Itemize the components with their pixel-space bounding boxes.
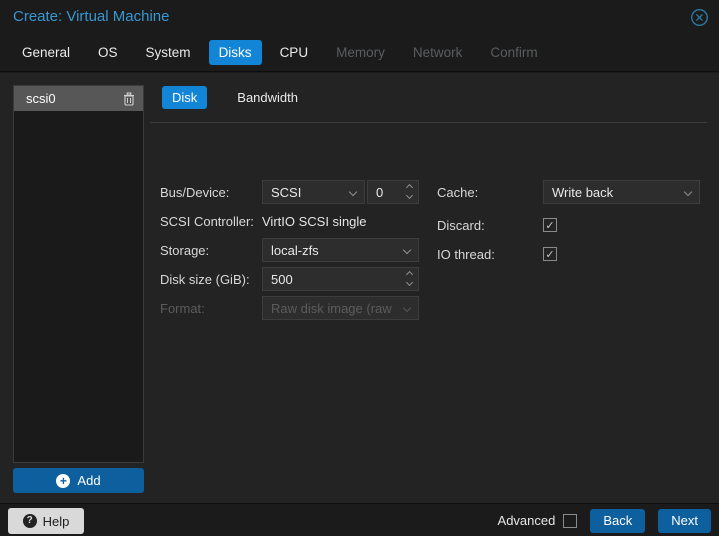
bus-select-value: SCSI [271,184,302,200]
back-button[interactable]: Back [590,508,646,533]
cache-label: Cache: [437,184,479,200]
storage-row: Storage: local-zfs [160,238,419,262]
advanced-checkbox[interactable] [563,513,578,528]
disk-list: scsi0 [13,85,144,463]
storage-select-value: local-zfs [271,242,319,258]
help-button[interactable]: ? Help [8,508,84,534]
next-button[interactable]: Next [658,508,711,533]
footer-actions: Advanced Back Next [498,504,711,536]
disk-list-item-scsi0[interactable]: scsi0 [14,86,143,111]
help-button-label: Help [42,513,70,529]
disk-size-input[interactable]: 500 [262,267,419,291]
cache-select-value: Write back [552,184,614,200]
io-thread-row: IO thread: ✓ [437,242,557,266]
spinner-arrows-icon[interactable] [405,270,414,287]
chevron-down-icon [683,187,693,197]
dialog-title: Create: Virtual Machine [13,8,170,25]
dialog-footer: ? Help Advanced Back Next [0,503,719,536]
scsi-controller-row: SCSI Controller: VirtIO SCSI single [160,209,367,233]
disk-size-row: Disk size (GiB): 500 [160,267,419,291]
scsi-controller-label: SCSI Controller: [160,213,254,229]
format-select-value: Raw disk image (raw [271,300,392,316]
disk-item-label: scsi0 [26,91,56,106]
format-label: Format: [160,300,205,316]
create-vm-dialog: Create: Virtual Machine General OS Syste… [0,0,719,536]
trash-icon[interactable] [123,91,135,106]
discard-checkbox[interactable]: ✓ [543,218,557,232]
format-select: Raw disk image (raw [262,296,419,320]
tab-system[interactable]: System [136,40,201,65]
device-number-input[interactable]: 0 [367,180,419,204]
discard-label: Discard: [437,217,485,233]
chevron-down-icon [402,245,412,255]
storage-select[interactable]: local-zfs [262,238,419,262]
disk-size-label: Disk size (GiB): [160,271,250,287]
tab-disk[interactable]: Disk [162,86,208,109]
add-disk-button[interactable]: + Add [13,468,144,493]
dialog-header: Create: Virtual Machine [0,0,719,34]
scsi-controller-value: VirtIO SCSI single [262,213,367,229]
advanced-label: Advanced [497,513,556,528]
chevron-down-icon [348,187,358,197]
tab-memory: Memory [336,45,385,60]
tab-confirm: Confirm [490,45,538,60]
spinner-arrows-icon[interactable] [405,183,414,200]
bus-device-label: Bus/Device: [160,184,230,200]
disk-inner-tab-bar: Disk Bandwidth [150,86,707,123]
back-button-label: Back [603,513,633,528]
cache-select[interactable]: Write back [543,180,700,204]
cache-row: Cache: Write back [437,180,700,204]
format-row: Format: Raw disk image (raw [160,296,419,320]
tab-network: Network [412,45,463,60]
disk-size-value: 500 [271,271,293,287]
tab-general[interactable]: General [12,40,80,65]
disk-form: Bus/Device: SCSI 0 SCSI Controller: Virt… [150,123,719,503]
disks-panel: scsi0 + Add Disk Bandwidth Bus/Device: S… [0,73,719,503]
wizard-tab-bar: General OS System Disks CPU Memory Netwo… [0,34,719,72]
storage-label: Storage: [160,242,210,258]
io-thread-label: IO thread: [437,246,495,262]
tab-disks[interactable]: Disks [208,40,262,65]
tab-bandwidth[interactable]: Bandwidth [227,86,308,109]
io-thread-checkbox[interactable]: ✓ [543,247,557,261]
close-icon[interactable] [690,8,709,27]
device-number-value: 0 [376,184,384,200]
tab-cpu[interactable]: CPU [270,40,319,65]
plus-circle-icon: + [56,473,71,488]
chevron-down-icon [402,303,412,313]
bus-device-row: Bus/Device: SCSI 0 [160,180,419,204]
tab-os[interactable]: OS [88,40,128,65]
bus-select[interactable]: SCSI [262,180,365,204]
add-button-label: Add [77,473,101,488]
next-button-label: Next [671,513,698,528]
question-circle-icon: ? [22,514,37,528]
discard-row: Discard: ✓ [437,213,557,237]
